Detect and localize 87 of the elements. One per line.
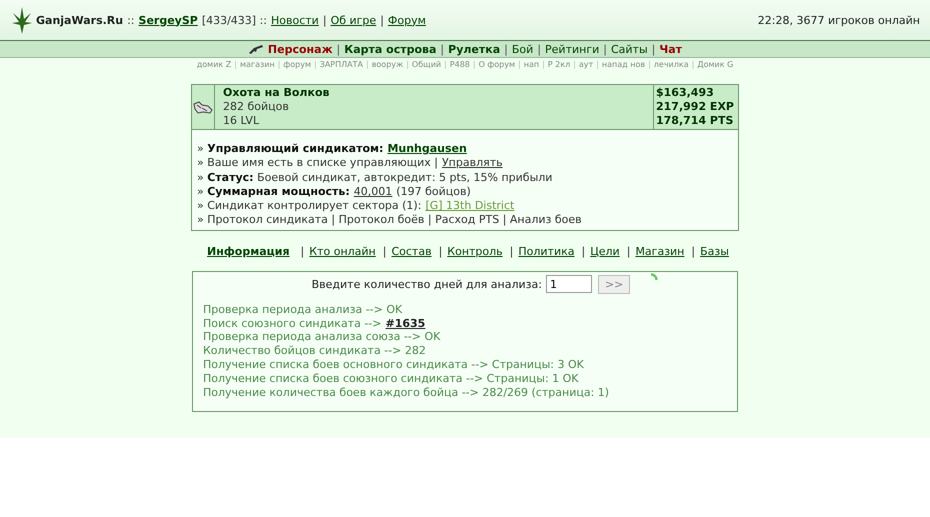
link[interactable]: Munhgausen [387,142,467,156]
link[interactable]: #1635 [385,316,426,330]
tab[interactable]: Кто онлайн [309,244,376,258]
link[interactable]: 40,001 [354,184,392,200]
info-text: » Протокол синдиката | Протокол боёв | Расход PTS | Анализ боев [197,213,582,228]
separator: | [692,60,694,69]
separator: | [406,60,409,69]
stat-value: 217,992 EXP [656,100,735,114]
header-text: | [322,14,327,26]
separator: | [438,244,442,258]
tab[interactable]: Магазин [635,244,684,258]
wolf-icon [193,100,213,114]
separator: | [440,42,444,56]
link[interactable]: Управлять [442,156,503,171]
quick-link[interactable]: ЗАРПЛАТА [320,60,363,69]
separator: | [366,60,369,69]
menu-link[interactable]: Чат [659,42,682,56]
separator: | [537,42,542,56]
separator: | [336,42,340,56]
syndicate-name: Охота на Волков [223,86,330,100]
log-text: Проверка периода анализа союза --> OK [203,330,440,344]
days-field[interactable]: 1 [546,275,592,294]
quick-link[interactable]: Р 2кл [548,60,570,69]
quick-link[interactable]: лечилка [654,60,689,69]
separator: | [504,42,508,56]
tab[interactable]: Базы [700,244,729,258]
separator: | [596,60,599,69]
tab[interactable]: Состав [391,244,432,258]
nav-link[interactable]: Форум [388,14,426,26]
separator: | [626,244,630,258]
user-link[interactable]: SergeySP [138,14,198,26]
separator: | [444,60,447,69]
separator: | [300,244,304,258]
separator: | [472,60,476,69]
log-text: Количество бойцов синдиката --> 282 [203,344,426,358]
info-text: » Суммарная мощность: [197,184,350,200]
info-text: » Ваше имя есть в списке управляющих | [197,156,438,171]
header-text: | [380,14,384,26]
log-text: Поиск союзного синдиката --> [203,316,382,330]
log-text: Получение списка боев союзного синдиката --> Страницы: 1 OK [203,372,579,386]
info-text: » Синдикат контролирует сектора (1): [197,199,422,214]
menu-link[interactable]: Рулетка [448,42,500,56]
tab[interactable]: Цели [590,244,620,258]
online-status: 22:28, 3677 игроков онлайн [758,14,920,26]
header-text: [433/433] :: [202,14,268,26]
tab[interactable]: Политика [518,244,574,258]
nav-link[interactable]: Об игре [330,14,376,26]
separator: | [278,60,280,69]
nav-link[interactable]: Новости [271,14,319,26]
separator: | [691,244,696,258]
info-text: » Управляющий синдикатом: [197,142,384,156]
stat-value: 178,714 PTS [656,114,734,128]
menu-link[interactable]: Карта острова [344,42,436,56]
separator: | [510,244,514,258]
separator: | [648,60,651,69]
field-label: Введите количество дней для анализа: [312,278,542,291]
log-text: Получение списка боев основного синдиката --> Страницы: 3 OK [203,358,584,372]
separator: | [582,244,586,258]
menu-link[interactable]: Рейтинги [545,42,600,56]
log-text: Получение количества боев каждого бойца --> 282/269 (страница: 1) [203,386,610,400]
separator: | [652,42,656,56]
quick-link[interactable]: магазин [240,60,275,69]
header-text: :: [127,14,135,26]
tab[interactable]: Контроль [447,244,503,258]
stat-value: $163,493 [656,86,715,100]
separator: | [234,60,237,69]
info-text: (197 бойцов) [396,184,471,200]
quick-link[interactable]: напад нов [602,60,646,69]
separator: | [542,60,545,69]
separator: | [314,60,317,69]
separator: | [382,244,386,258]
info-text: » Статус: Боевой синдикат, автокредит: 5 pts, 15% прибыли [197,170,552,185]
syndicate-level: 16 LVL [223,114,260,128]
separator: | [518,60,521,69]
gun-icon [248,44,264,54]
tab[interactable]: Информация [207,244,290,258]
menu-link[interactable]: Сайты [610,42,648,56]
quick-link[interactable]: О форум [478,60,516,69]
fighter-count: 282 бойцов [223,100,290,114]
separator: | [573,60,576,69]
menu-link[interactable]: Персонаж [268,42,333,56]
quick-link[interactable]: P488 [450,60,470,69]
separator: | [603,42,607,56]
quick-link[interactable]: Домик G [697,60,734,69]
menu-link[interactable]: Бой [512,42,534,56]
site-title[interactable]: GanjaWars.Ru [36,14,124,26]
log-text: Проверка периода анализа --> OK [203,302,402,317]
